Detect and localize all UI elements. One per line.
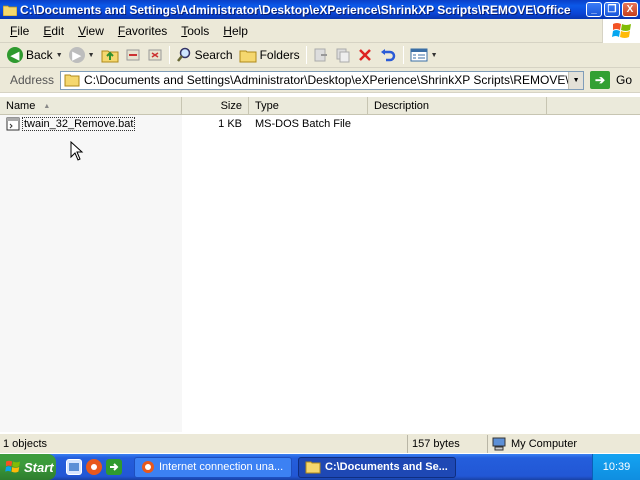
chevron-down-icon[interactable]: ▼ [56, 52, 63, 59]
file-name-cell[interactable]: twain_32_Remove.bat [6, 117, 136, 131]
copy-to-button[interactable] [144, 44, 166, 66]
taskbar-item-label: Internet connection una... [159, 461, 284, 473]
clock[interactable]: 10:39 [603, 461, 631, 473]
move-to-button[interactable] [122, 44, 144, 66]
move-button[interactable] [310, 44, 332, 66]
move-icon [314, 48, 327, 62]
folders-icon [239, 50, 257, 63]
address-text: C:\Documents and Settings\Administrator\… [84, 73, 569, 87]
toolbar-separator [305, 46, 307, 64]
close-button[interactable]: X [622, 2, 638, 17]
toolbar: ◀ Back ▼ ▶ ▼ Search Folders ▼ [0, 43, 640, 68]
views-button[interactable]: ▼ [407, 44, 441, 66]
address-label: Address [10, 73, 55, 87]
my-computer-icon [492, 437, 506, 450]
views-icon [410, 48, 428, 62]
address-bar: Address C:\Documents and Settings\Admini… [0, 68, 640, 93]
folder-icon [2, 4, 18, 16]
file-list[interactable]: Name ▲ Size Type Description twain_32_Re… [0, 97, 640, 432]
batch-file-icon [6, 117, 20, 131]
launch-arrow-icon[interactable] [106, 459, 122, 475]
toolbar-separator [402, 46, 404, 64]
status-location-label: My Computer [511, 437, 578, 450]
windows-logo-icon [602, 19, 640, 43]
browser-icon [142, 461, 154, 473]
column-header-name[interactable]: Name ▲ [0, 97, 182, 115]
search-label: Search [194, 48, 233, 62]
go-button[interactable]: ➔ Go [590, 71, 632, 89]
file-size: 1 KB [218, 118, 242, 130]
menu-edit[interactable]: Edit [36, 24, 71, 38]
chevron-down-icon[interactable]: ▼ [88, 52, 95, 59]
menu-view[interactable]: View [71, 24, 111, 38]
sorted-column-highlight [0, 114, 182, 432]
up-folder-button[interactable] [98, 44, 122, 66]
sort-ascending-icon: ▲ [43, 102, 51, 110]
column-header-size[interactable]: Size [182, 97, 249, 115]
address-input[interactable]: C:\Documents and Settings\Administrator\… [60, 70, 585, 90]
title-bar: C:\Documents and Settings\Administrator\… [0, 0, 640, 19]
column-header-filler [547, 97, 640, 115]
column-header-description[interactable]: Description [368, 97, 547, 115]
status-location: My Computer [488, 435, 640, 453]
window-title: C:\Documents and Settings\Administrator\… [20, 2, 571, 17]
folder-icon [64, 74, 80, 87]
search-button[interactable]: Search [173, 44, 236, 66]
start-button[interactable]: Start [0, 454, 56, 480]
system-tray: 10:39 [592, 454, 640, 480]
go-label: Go [616, 73, 633, 87]
move-to-icon [126, 49, 140, 61]
status-bar: 1 objects 157 bytes My Computer [0, 433, 640, 453]
taskbar-item-browser[interactable]: Internet connection una... [134, 456, 292, 478]
maximize-button[interactable]: ❐ [604, 2, 620, 17]
go-arrow-icon: ➔ [590, 71, 611, 89]
copy-to-icon [148, 49, 162, 61]
taskbar: Start Internet connection una... C:\Docu… [0, 454, 640, 480]
file-type: MS-DOS Batch File [255, 118, 351, 130]
folder-icon [305, 461, 321, 474]
folders-button[interactable]: Folders [236, 44, 303, 66]
up-folder-icon [101, 50, 119, 63]
back-button[interactable]: ◀ Back ▼ [4, 44, 66, 66]
copy-button[interactable] [332, 44, 354, 66]
taskbar-item-label: C:\Documents and Se... [325, 461, 448, 473]
quick-launch [66, 459, 122, 475]
copy-icon [336, 48, 350, 63]
back-label: Back [26, 48, 53, 62]
delete-button[interactable] [354, 44, 376, 66]
delete-icon [358, 49, 371, 61]
menu-bar: File Edit View Favorites Tools Help [0, 19, 640, 43]
undo-button[interactable] [376, 44, 400, 66]
folders-label: Folders [259, 48, 300, 62]
column-headers: Name ▲ Size Type Description [0, 97, 640, 115]
browser-icon[interactable] [86, 459, 102, 475]
toolbar-separator [168, 46, 170, 64]
menu-tools[interactable]: Tools [174, 24, 216, 38]
menu-favorites[interactable]: Favorites [111, 24, 174, 38]
status-size: 157 bytes [408, 434, 488, 453]
start-label: Start [24, 459, 54, 475]
menu-help[interactable]: Help [216, 24, 255, 38]
taskbar-item-explorer[interactable]: C:\Documents and Se... [298, 456, 456, 478]
menu-file[interactable]: File [0, 24, 36, 38]
windows-logo-icon [5, 460, 20, 473]
minimize-button[interactable]: _ [586, 2, 602, 17]
column-header-type[interactable]: Type [249, 97, 368, 115]
forward-arrow-icon: ▶ [68, 47, 85, 63]
back-arrow-icon: ◀ [7, 47, 23, 63]
search-icon [176, 47, 190, 62]
file-name: twain_32_Remove.bat [22, 117, 136, 131]
status-object-count: 1 objects [0, 434, 408, 453]
mouse-pointer-icon [70, 141, 84, 161]
chevron-down-icon[interactable]: ▼ [431, 52, 438, 59]
column-header-name-label: Name [6, 100, 36, 112]
address-dropdown-button[interactable]: ▼ [568, 71, 584, 89]
show-desktop-icon[interactable] [66, 459, 82, 475]
forward-button[interactable]: ▶ ▼ [66, 44, 98, 66]
undo-icon [380, 49, 395, 62]
